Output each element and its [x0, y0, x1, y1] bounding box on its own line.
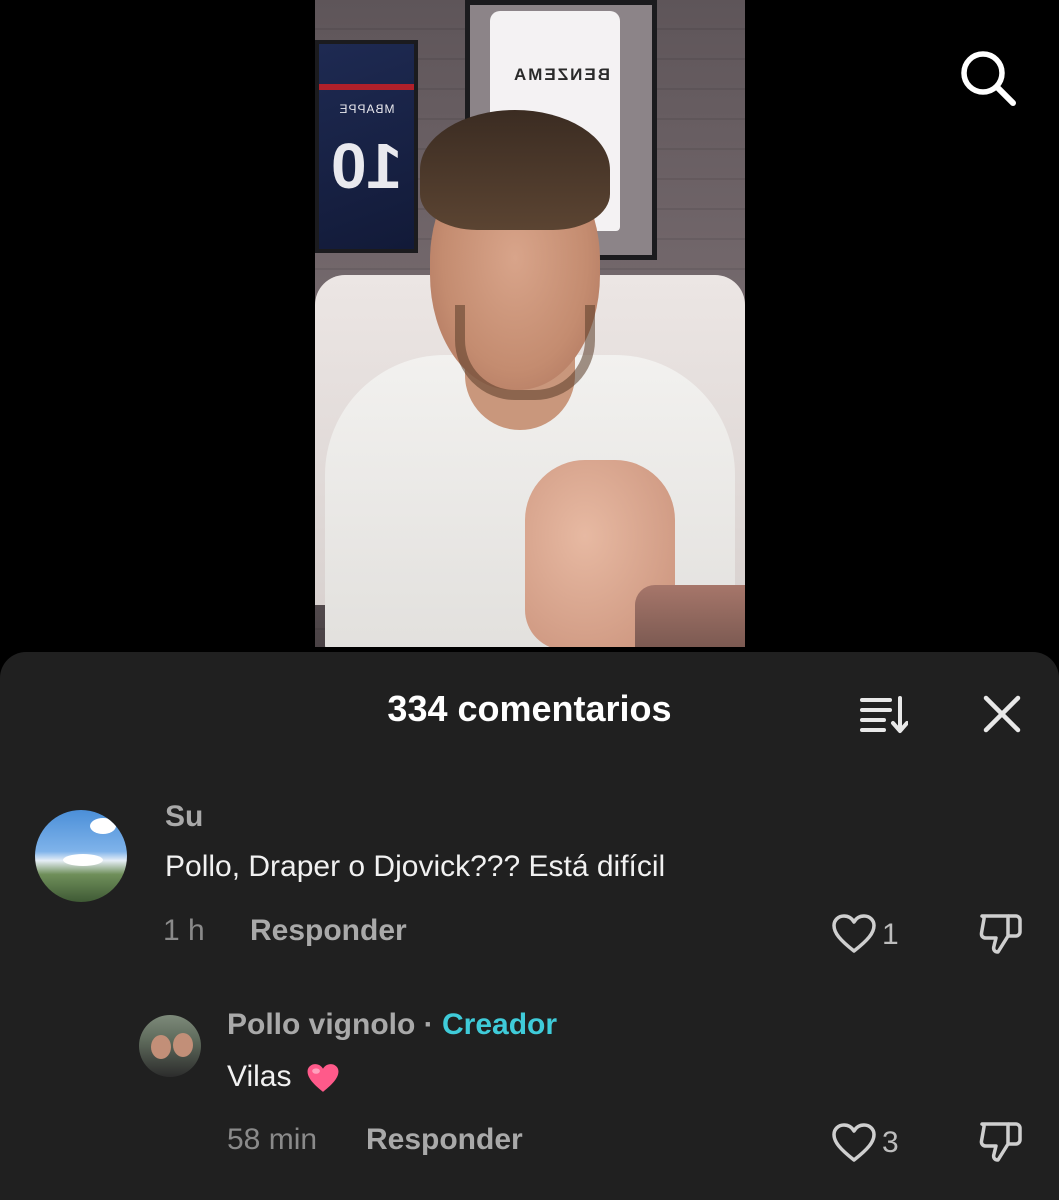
thumbs-down-icon	[979, 1122, 1022, 1162]
comment-text: Pollo, Draper o Djovick??? Está difícil	[165, 850, 666, 883]
like-button[interactable]	[832, 1123, 876, 1163]
reply-timestamp: 58 min	[227, 1123, 318, 1156]
avatar-cloud	[63, 854, 103, 866]
like-button[interactable]	[832, 914, 876, 954]
pink-heart-icon	[307, 1064, 339, 1092]
tattooed-arm	[635, 585, 745, 647]
reply-username-line: Pollo vignolo · Creador	[227, 1008, 557, 1042]
like-count: 3	[882, 1126, 899, 1159]
video-player[interactable]: MBAPPE 10 BENZEMA	[315, 0, 745, 647]
like-count: 1	[882, 918, 899, 951]
comments-sheet	[0, 652, 1059, 1200]
dislike-button[interactable]	[978, 1118, 1024, 1164]
heart-icon	[832, 1123, 876, 1162]
comment-username[interactable]: Su	[165, 800, 203, 834]
heart-icon	[832, 914, 876, 953]
jersey-right-name: BENZEMA	[511, 65, 611, 84]
dislike-button[interactable]	[978, 910, 1024, 956]
jersey-left-number: 10	[330, 130, 403, 202]
avatar[interactable]	[139, 1015, 201, 1077]
avatar-cloud	[90, 818, 116, 834]
comment-timestamp: 1 h	[163, 914, 205, 947]
jersey-stripe	[319, 84, 414, 90]
close-button[interactable]	[982, 694, 1022, 734]
reply-text: Vilas	[227, 1060, 292, 1093]
framed-jersey-left: MBAPPE 10	[315, 40, 418, 253]
avatar[interactable]	[35, 810, 127, 902]
thumbs-down-icon	[979, 914, 1022, 954]
reply-text-line: Vilas	[227, 1060, 340, 1094]
reply-button[interactable]: Responder	[250, 914, 407, 948]
avatar-face	[173, 1033, 193, 1057]
close-icon	[983, 695, 1021, 733]
search-button[interactable]	[955, 45, 1019, 109]
reply-username[interactable]: Pollo vignolo	[227, 1008, 415, 1041]
separator-dot: ·	[423, 1008, 434, 1041]
jersey-left-name: MBAPPE	[338, 102, 395, 116]
person-hair	[420, 110, 610, 230]
sort-button[interactable]	[860, 694, 909, 734]
creator-badge: Creador	[442, 1008, 558, 1041]
avatar-face	[151, 1035, 171, 1059]
search-icon	[961, 51, 1016, 106]
reply-button[interactable]: Responder	[366, 1123, 523, 1157]
sort-icon	[860, 696, 909, 733]
